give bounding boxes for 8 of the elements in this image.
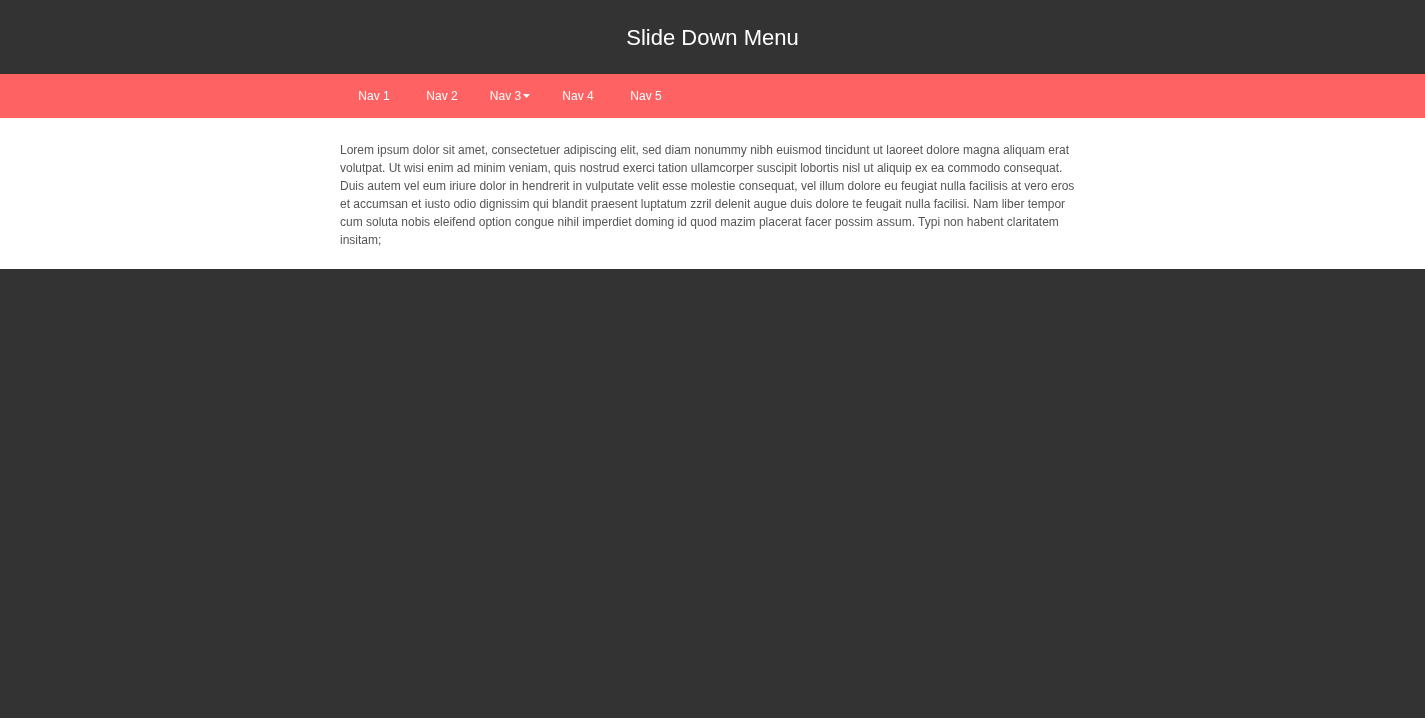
nav-link[interactable]: Nav 5 [612,74,680,118]
nav-link[interactable]: Nav 2 [408,74,476,118]
nav-link[interactable]: Nav 1 [340,74,408,118]
body-text: Lorem ipsum dolor sit amet, consectetuer adipiscing elit, sed diam nonummy nibh euismod tincidunt ut laoreet dolore magna aliquam erat volutpat. Ut wisi enim ad minim veniam, quis nostrud exerci tation ullamcorper suscipit lobortis nisl ut aliquip ex ea commodo consequat. Duis autem vel eum iriure dolor in hendrerit in vulputate velit esse molestie consequat, vel illum dolore eu feugiat nulla facilisis at vero eros et accumsan et iusto odio dignissim qui blandit praesent luptatum zzril delenit augue duis dolore te feugait nulla facilisi. Nam liber tempor cum soluta nobis eleifend option congue nihil imperdiet doming id quod mazim placerat facer possim assum. Typi non habent claritatem insitam; [340,142,1076,249]
nav-link[interactable]: Nav 3 [476,74,544,118]
nav-link[interactable]: Nav 4 [544,74,612,118]
caret-icon [523,94,531,98]
page-title: Slide Down Menu [626,23,799,52]
